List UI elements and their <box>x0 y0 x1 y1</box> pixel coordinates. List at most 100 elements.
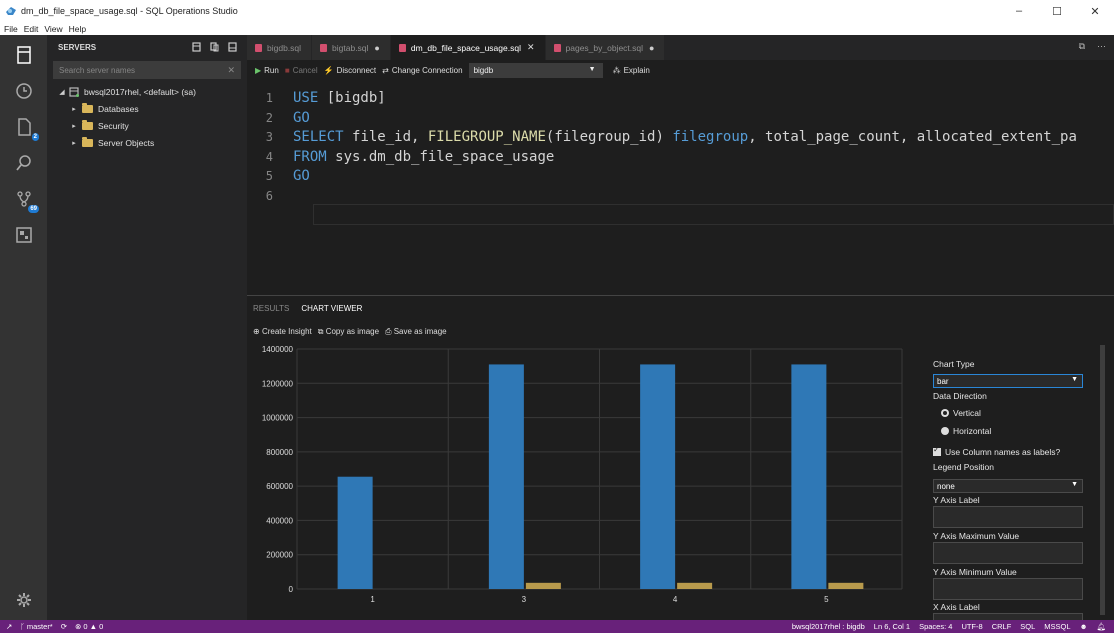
explorer-icon[interactable]: 2 <box>0 109 47 145</box>
change-connection-button[interactable]: ⇄ Change Connection <box>382 66 462 75</box>
legend-position-select[interactable]: none ▼ <box>933 479 1083 493</box>
code-line[interactable]: 5 GO <box>247 166 310 186</box>
use-column-names-checkbox[interactable]: Use Column names as labels? <box>933 445 1060 457</box>
tree-node-server[interactable]: ◢ bwsql2017rhel, <default> (sa) <box>47 83 247 100</box>
run-button[interactable]: ▶ Run <box>255 66 279 75</box>
tree-node-server-objects[interactable]: ▸ Server Objects <box>47 134 247 151</box>
cursor-position[interactable]: Ln 6, Col 1 <box>874 622 910 631</box>
activity-bar: 2 69 <box>0 35 47 620</box>
bar <box>640 364 676 589</box>
save-as-image-button[interactable]: ⎙ Save as image <box>385 327 447 337</box>
problems-status[interactable]: ⊗ 0 ▲ 0 <box>75 622 103 631</box>
code-line[interactable]: 3 SELECT file_id, FILEGROUP_NAME(filegrou… <box>247 127 1077 147</box>
new-connection-icon[interactable] <box>192 42 201 52</box>
y-axis-max-input[interactable] <box>933 542 1083 564</box>
eol-status[interactable]: CRLF <box>992 622 1012 631</box>
query-toolbar: ▶ Run ■ Cancel ⚡ Disconnect ⇄ Change Connect… <box>247 60 1114 80</box>
sync-icon[interactable]: ⟳ <box>61 622 67 631</box>
split-editor-icon[interactable]: ⧉ <box>1079 41 1085 52</box>
menu-file[interactable]: File <box>4 24 18 34</box>
editor-tabs: bigdb.sql bigtab.sql ● dm_db_file_space_… <box>247 35 1114 60</box>
maximize-button[interactable]: ☐ <box>1038 0 1076 22</box>
y-tick-label: 800000 <box>266 448 293 457</box>
chevron-right-icon[interactable]: ▸ <box>69 139 79 147</box>
insight-icon: ⊕ <box>253 327 260 336</box>
code-line[interactable]: 6 <box>247 186 293 206</box>
active-connections-icon[interactable] <box>228 42 237 52</box>
options-scrollbar[interactable] <box>1097 343 1107 620</box>
sql-file-icon <box>255 43 262 52</box>
provider-status[interactable]: MSSQL <box>1044 622 1070 631</box>
chevron-down-icon[interactable]: ◢ <box>57 88 67 96</box>
menu-edit[interactable]: Edit <box>24 24 39 34</box>
branch-status[interactable]: ᚴ master* <box>20 622 52 631</box>
copy-as-image-button[interactable]: ⧉ Copy as image <box>318 327 379 337</box>
feedback-smiley-icon[interactable]: ☻ <box>1080 622 1088 631</box>
title-bar: dm_db_file_space_usage.sql - SQL Operati… <box>0 0 1114 22</box>
language-status[interactable]: SQL <box>1020 622 1035 631</box>
x-tick-label: 5 <box>824 595 829 604</box>
menu-view[interactable]: View <box>44 24 62 34</box>
line-number: 3 <box>265 130 273 144</box>
servers-icon[interactable] <box>0 37 47 73</box>
scrollbar-thumb[interactable] <box>1100 345 1105 615</box>
create-insight-button[interactable]: ⊕ Create Insight <box>253 327 312 337</box>
indentation-status[interactable]: Spaces: 4 <box>919 622 952 631</box>
tab-bigtab[interactable]: bigtab.sql ● <box>312 35 391 60</box>
code-text: FROM sys.dm_db_file_space_usage <box>293 148 555 165</box>
close-tab-icon[interactable]: ✕ <box>527 42 535 53</box>
tree-node-databases[interactable]: ▸ Databases <box>47 100 247 117</box>
extensions-icon[interactable] <box>0 217 47 253</box>
sql-file-icon <box>320 43 328 52</box>
code-line[interactable]: 2 GO <box>247 108 310 128</box>
close-window-button[interactable]: ✕ <box>1076 0 1114 22</box>
x-tick-label: 1 <box>370 595 375 604</box>
x-axis-label-input[interactable] <box>933 613 1083 620</box>
more-actions-icon[interactable]: ··· <box>1097 41 1106 52</box>
tab-pages-by-object[interactable]: pages_by_object.sql ● <box>545 35 666 60</box>
cancel-button[interactable]: ■ Cancel <box>285 66 318 75</box>
tree-node-label: bwsql2017rhel, <default> (sa) <box>84 86 196 97</box>
disconnect-button[interactable]: ⚡ Disconnect <box>324 66 377 75</box>
code-editor[interactable]: 1 USE [bigdb] 2 GO 3 SELECT file_id, FILEGROU… <box>247 80 1114 295</box>
menu-help[interactable]: Help <box>69 24 86 34</box>
code-line[interactable]: 1 USE [bigdb] <box>247 88 386 108</box>
y-axis-min-input[interactable] <box>933 578 1083 600</box>
minimize-button[interactable]: – <box>1000 0 1038 22</box>
y-axis-min-label: Y Axis Minimum Value <box>933 567 1017 577</box>
notifications-bell-icon[interactable]: 🔔︎ <box>1096 622 1106 631</box>
source-control-icon[interactable]: 69 <box>0 181 47 217</box>
dropdown-arrow-icon: ▼ <box>1071 376 1078 383</box>
tab-bigdb[interactable]: bigdb.sql <box>247 35 313 60</box>
encoding-status[interactable]: UTF-8 <box>961 622 982 631</box>
search-icon[interactable] <box>0 145 47 181</box>
app-window: dm_db_file_space_usage.sql - SQL Operati… <box>0 0 1114 633</box>
tree-node-label: Security <box>98 120 129 131</box>
history-icon[interactable] <box>0 73 47 109</box>
tab-results[interactable]: RESULTS <box>253 304 289 313</box>
horizontal-radio[interactable]: Horizontal <box>941 426 991 436</box>
chart-type-select[interactable]: bar ▼ <box>933 374 1083 388</box>
explain-button[interactable]: ⁂ Explain <box>613 66 650 75</box>
code-line[interactable]: 4 FROM sys.dm_db_file_space_usage <box>247 147 555 167</box>
legend-position-label: Legend Position <box>933 462 994 472</box>
clear-search-icon[interactable]: ✕ <box>227 65 235 76</box>
y-tick-label: 600000 <box>266 482 293 491</box>
new-server-group-icon[interactable] <box>210 42 219 52</box>
chevron-right-icon[interactable]: ▸ <box>69 105 79 113</box>
y-axis-label-input[interactable] <box>933 506 1083 528</box>
chevron-right-icon[interactable]: ▸ <box>69 122 79 130</box>
tab-dm-db-file-space-usage[interactable]: dm_db_file_space_usage.sql ✕ <box>390 35 546 60</box>
database-select[interactable]: bigdb ▼ <box>468 62 603 78</box>
vertical-radio[interactable]: Vertical <box>941 408 981 418</box>
server-search-input[interactable] <box>59 65 219 75</box>
y-axis-max-label: Y Axis Maximum Value <box>933 531 1020 541</box>
connection-status[interactable]: bwsql2017rhel : bigdb <box>792 622 865 631</box>
radio-icon <box>941 427 949 435</box>
checkbox-checked-icon <box>933 445 941 456</box>
tree-node-security[interactable]: ▸ Security <box>47 117 247 134</box>
connection-status-icon[interactable]: ↗ <box>6 622 12 631</box>
tab-chart-viewer[interactable]: CHART VIEWER <box>301 304 362 313</box>
current-line-highlight <box>313 204 1114 225</box>
settings-gear-icon[interactable] <box>0 582 47 618</box>
